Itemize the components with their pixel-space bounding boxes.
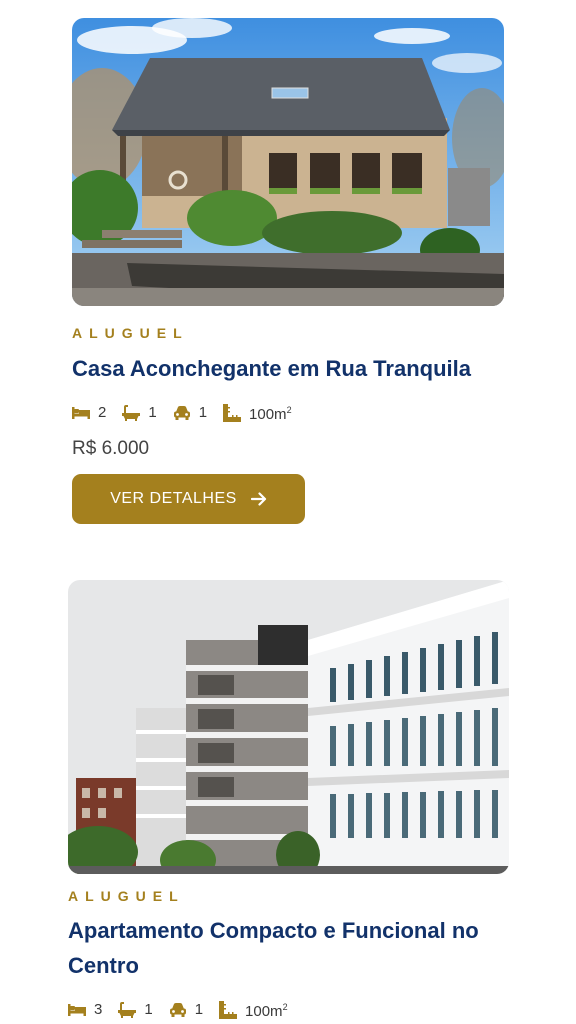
area-value: 100m2: [249, 401, 292, 424]
listing-features: 3 1 1 100m2: [68, 998, 509, 1021]
bedrooms-count: 3: [94, 1000, 103, 1018]
bathrooms-feature: 1: [118, 1000, 153, 1019]
listing-card: ALUGUEL Apartamento Compacto e Funcional…: [68, 580, 509, 1021]
bed-icon: [68, 1003, 86, 1016]
bathrooms-count: 1: [148, 403, 157, 421]
bathtub-icon: [122, 404, 141, 421]
view-details-button[interactable]: VER DETALHES: [72, 474, 305, 524]
car-icon: [169, 1002, 186, 1017]
bedrooms-count: 2: [98, 403, 107, 421]
area-unit-exponent: 2: [282, 1002, 288, 1012]
arrow-right-icon: [250, 492, 266, 506]
area-amount: 100m: [245, 1003, 283, 1020]
ruler-icon: [219, 1000, 238, 1019]
listing-photo-apartment[interactable]: [68, 580, 509, 874]
area-unit-exponent: 2: [286, 405, 292, 415]
view-details-label: VER DETALHES: [110, 490, 237, 507]
listing-title[interactable]: Casa Aconchegante em Rua Tranquila: [72, 351, 504, 386]
bedrooms-feature: 3: [68, 1001, 102, 1019]
area-amount: 100m: [249, 406, 287, 423]
house-photo-image: [72, 18, 504, 306]
area-feature: 100m2: [219, 998, 288, 1021]
bathtub-icon: [118, 1001, 137, 1018]
area-feature: 100m2: [223, 401, 292, 424]
bathrooms-count: 1: [144, 1000, 153, 1018]
parking-feature: 1: [173, 404, 207, 422]
parking-count: 1: [198, 403, 208, 421]
bedrooms-feature: 2: [72, 404, 106, 422]
bed-icon: [72, 406, 90, 419]
listing-category: ALUGUEL: [68, 888, 185, 904]
area-value: 100m2: [245, 998, 288, 1021]
listing-title[interactable]: Apartamento Compacto e Funcional no Cent…: [68, 913, 509, 983]
parking-count: 1: [194, 1000, 204, 1018]
ruler-icon: [223, 403, 242, 422]
listing-photo-house[interactable]: [72, 18, 504, 306]
bathrooms-feature: 1: [122, 403, 157, 422]
listing-price: R$ 6.000: [72, 438, 150, 459]
car-icon: [173, 405, 190, 420]
parking-feature: 1: [169, 1001, 203, 1019]
listing-features: 2 1 1 100m2: [72, 401, 504, 424]
apartment-photo-image: [68, 580, 509, 874]
listing-card: ALUGUEL Casa Aconchegante em Rua Tranqui…: [72, 18, 504, 524]
listing-category: ALUGUEL: [72, 325, 189, 341]
